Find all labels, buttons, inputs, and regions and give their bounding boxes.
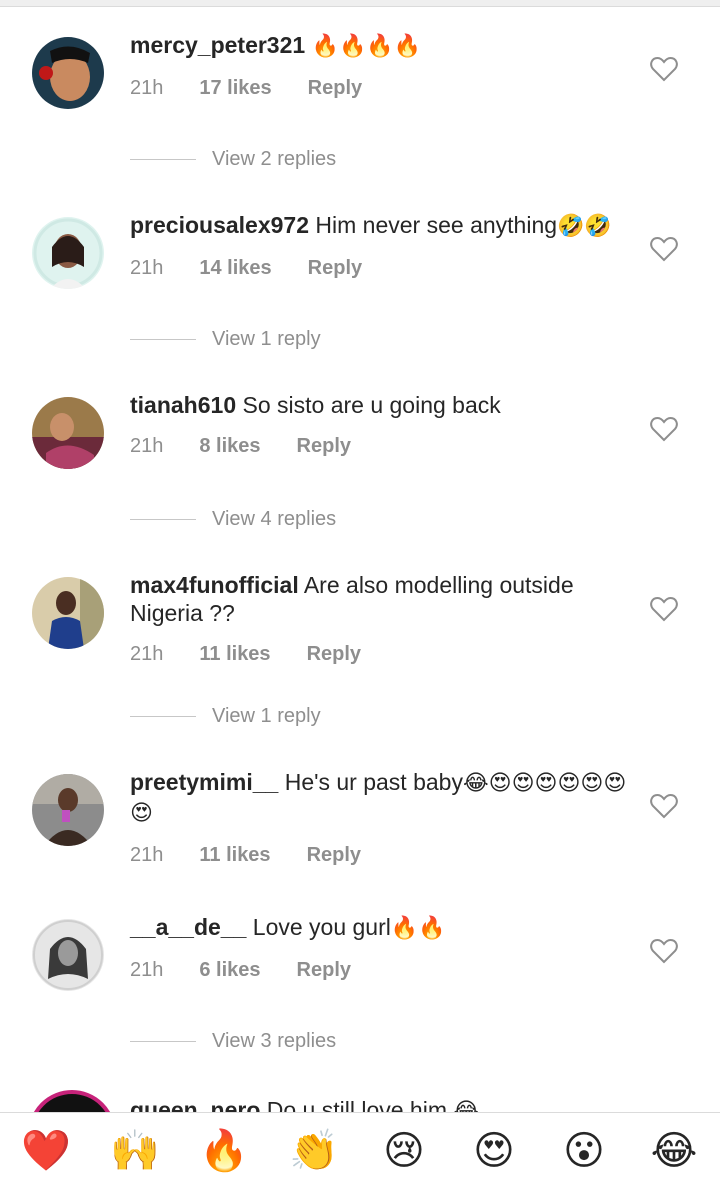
likes-count[interactable]: 11 likes	[199, 643, 270, 665]
view-replies-button[interactable]: View 4 replies	[130, 508, 336, 532]
view-replies-label: View 1 reply	[212, 705, 321, 727]
reply-button[interactable]: Reply	[297, 959, 351, 981]
replies-divider	[130, 519, 196, 521]
like-heart-icon[interactable]	[650, 938, 678, 964]
replies-divider	[130, 716, 196, 718]
username[interactable]: preetymimi__	[130, 769, 278, 795]
avatar[interactable]	[32, 217, 104, 289]
likes-count[interactable]: 17 likes	[199, 77, 271, 99]
avatar[interactable]	[32, 577, 104, 649]
view-replies-label: View 1 reply	[212, 328, 321, 350]
comment-body: Him never see anything	[315, 212, 558, 238]
comment-body: Love you gurl	[252, 914, 391, 940]
replies-divider	[130, 1041, 196, 1043]
likes-count[interactable]: 14 likes	[199, 257, 271, 279]
comment-text: preciousalex972 Him never see anything🤣🤣	[130, 211, 630, 241]
raising-hands-emoji-icon[interactable]: 🙌	[105, 1125, 165, 1177]
open-mouth-emoji-icon[interactable]: 😮	[554, 1125, 614, 1177]
reply-button[interactable]: Reply	[308, 77, 362, 99]
comment-text: max4funofficial Are also modelling outsi…	[130, 571, 630, 627]
fire-emoji-icon[interactable]: 🔥	[194, 1125, 254, 1177]
clapping-hands-emoji-icon[interactable]: 👏	[284, 1125, 344, 1177]
avatar[interactable]	[32, 397, 104, 469]
reply-button[interactable]: Reply	[307, 643, 361, 665]
replies-divider	[130, 339, 196, 341]
timestamp: 21h	[130, 257, 164, 279]
view-replies-button[interactable]: View 3 replies	[130, 1030, 336, 1054]
quick-reactions-bar: ❤️ 🙌 🔥 👏 😢 😍 😮 😂	[0, 1112, 720, 1186]
view-replies-label: View 2 replies	[212, 148, 337, 170]
comment-emoji: 😂	[453, 1099, 480, 1112]
comment-body: So sisto are u going back	[242, 392, 501, 418]
comment-body: He's ur past baby	[284, 769, 463, 795]
comment-meta: 21h 11 likes Reply	[130, 643, 630, 666]
view-replies-button[interactable]: View 1 reply	[130, 328, 321, 352]
username[interactable]: tianah610	[130, 392, 236, 418]
like-heart-icon[interactable]	[650, 416, 678, 442]
like-heart-icon[interactable]	[650, 236, 678, 262]
avatar[interactable]	[32, 37, 104, 109]
comment-body: Do u still love him	[266, 1097, 447, 1112]
username[interactable]: preciousalex972	[130, 212, 309, 238]
timestamp: 21h	[130, 959, 164, 981]
avatar[interactable]	[28, 1090, 116, 1112]
timestamp: 21h	[130, 435, 164, 457]
username[interactable]: max4funofficial	[130, 572, 299, 598]
timestamp: 21h	[130, 77, 164, 99]
like-heart-icon[interactable]	[650, 793, 678, 819]
reply-button[interactable]: Reply	[308, 257, 362, 279]
comment-text: tianah610 So sisto are u going back	[130, 391, 630, 419]
comment-text: queen_nero Do u still love him 😂	[130, 1096, 479, 1112]
likes-count[interactable]: 8 likes	[199, 435, 260, 457]
username[interactable]: mercy_peter321	[130, 32, 305, 58]
comment-text: preetymimi__ He's ur past baby😂😍😍😍😍😍😍😍	[130, 768, 630, 828]
comment-item-partial: queen_nero Do u still love him 😂	[0, 1088, 720, 1112]
like-heart-icon[interactable]	[650, 56, 678, 82]
heart-eyes-emoji-icon[interactable]: 😍	[464, 1125, 524, 1177]
comment-emoji: 🤣🤣	[557, 214, 612, 239]
tears-of-joy-emoji-icon[interactable]: 😂	[644, 1125, 704, 1177]
view-replies-label: View 3 replies	[212, 1030, 337, 1052]
comment-meta: 21h 6 likes Reply	[130, 959, 630, 982]
comment-emoji: 🔥🔥🔥🔥	[311, 34, 422, 59]
username[interactable]: queen_nero	[130, 1097, 260, 1112]
view-replies-button[interactable]: View 1 reply	[130, 705, 321, 729]
comment-text: mercy_peter321 🔥🔥🔥🔥	[130, 31, 630, 61]
likes-count[interactable]: 11 likes	[199, 844, 270, 866]
comment-meta: 21h 14 likes Reply	[130, 257, 630, 280]
comment-meta: 21h 11 likes Reply	[130, 844, 630, 867]
comment-text: __a__de__ Love you gurl🔥🔥	[130, 913, 630, 943]
avatar[interactable]	[32, 919, 104, 991]
view-replies-label: View 4 replies	[212, 508, 337, 530]
comment-meta: 21h 17 likes Reply	[130, 77, 630, 100]
timestamp: 21h	[130, 643, 164, 665]
likes-count[interactable]: 6 likes	[199, 959, 260, 981]
red-heart-emoji-icon[interactable]: ❤️	[16, 1125, 76, 1177]
view-replies-button[interactable]: View 2 replies	[130, 148, 336, 172]
timestamp: 21h	[130, 844, 164, 866]
replies-divider	[130, 159, 196, 161]
reply-button[interactable]: Reply	[297, 435, 351, 457]
comment-meta: 21h 8 likes Reply	[130, 435, 630, 458]
top-divider	[0, 0, 720, 7]
avatar[interactable]	[32, 774, 104, 846]
like-heart-icon[interactable]	[650, 596, 678, 622]
reply-button[interactable]: Reply	[307, 844, 361, 866]
comment-emoji: 🔥🔥	[390, 916, 446, 941]
crying-face-emoji-icon[interactable]: 😢	[374, 1125, 434, 1177]
username[interactable]: __a__de__	[130, 914, 246, 940]
